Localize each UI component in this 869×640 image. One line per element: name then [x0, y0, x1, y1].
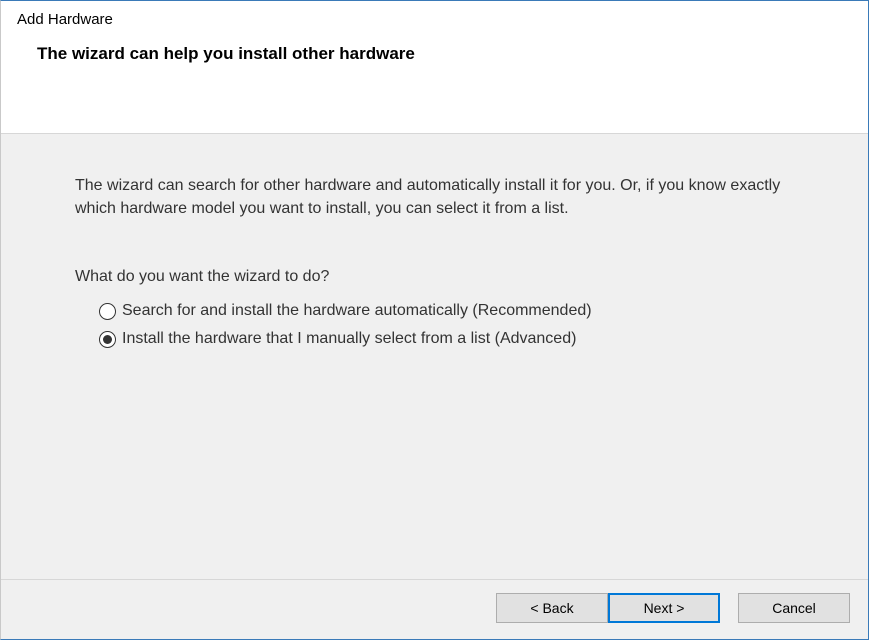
- wizard-header: Add Hardware The wizard can help you ins…: [1, 1, 868, 134]
- wizard-footer: < Back Next > Cancel: [1, 579, 868, 639]
- radio-option-automatic[interactable]: Search for and install the hardware auto…: [99, 302, 794, 320]
- next-button[interactable]: Next >: [608, 593, 720, 623]
- back-button[interactable]: < Back: [496, 593, 608, 623]
- cancel-button[interactable]: Cancel: [738, 593, 850, 623]
- description-text: The wizard can search for other hardware…: [75, 174, 794, 220]
- radio-icon: [99, 331, 116, 348]
- radio-selected-dot-icon: [103, 335, 112, 344]
- radio-option-manual[interactable]: Install the hardware that I manually sel…: [99, 330, 794, 348]
- install-method-radio-group: Search for and install the hardware auto…: [99, 302, 794, 348]
- radio-label: Search for and install the hardware auto…: [122, 302, 592, 320]
- window-title: Add Hardware: [17, 11, 852, 28]
- nav-button-group: < Back Next >: [496, 593, 720, 623]
- page-subtitle: The wizard can help you install other ha…: [37, 44, 852, 64]
- wizard-content: The wizard can search for other hardware…: [1, 134, 868, 579]
- radio-icon: [99, 303, 116, 320]
- add-hardware-wizard: Add Hardware The wizard can help you ins…: [0, 0, 869, 640]
- prompt-text: What do you want the wizard to do?: [75, 268, 794, 286]
- radio-label: Install the hardware that I manually sel…: [122, 330, 576, 348]
